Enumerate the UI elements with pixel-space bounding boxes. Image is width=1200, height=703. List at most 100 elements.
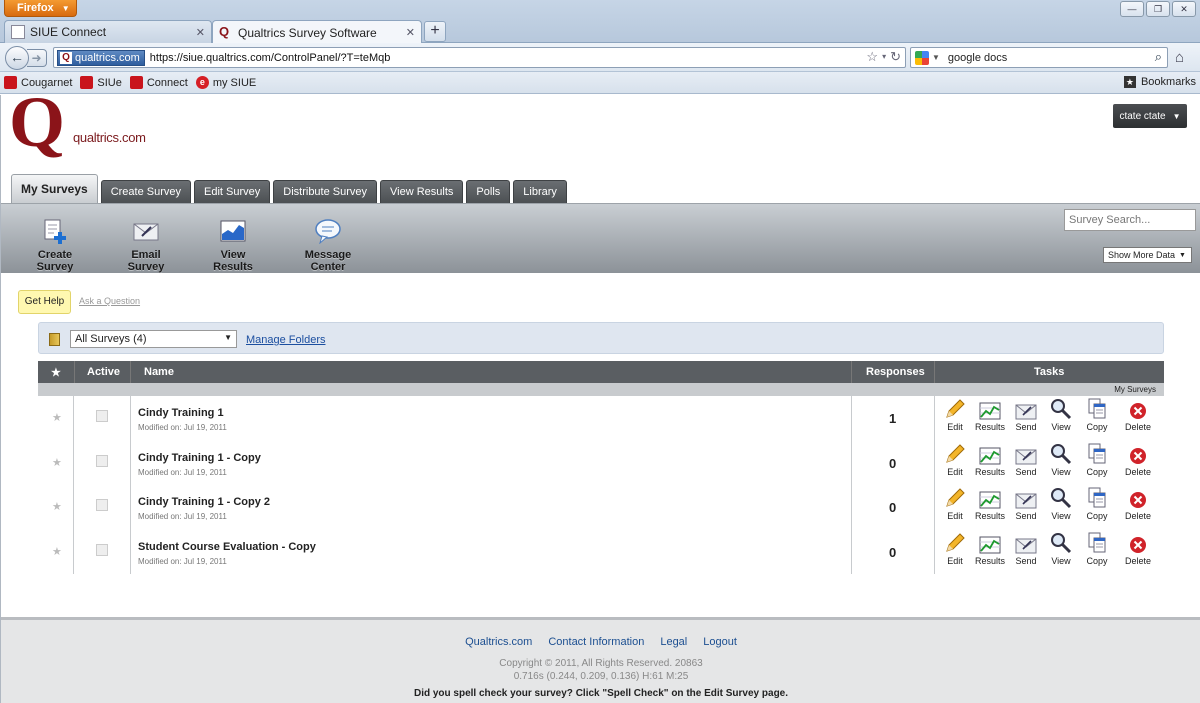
column-header-active[interactable]: Active <box>87 366 120 378</box>
tab-my-surveys[interactable]: My Surveys <box>11 174 98 203</box>
view-task-button[interactable]: View <box>1041 443 1081 477</box>
active-checkbox[interactable] <box>96 543 108 556</box>
column-header-star[interactable]: ★ <box>51 366 61 379</box>
delete-task-button[interactable]: Delete <box>1118 398 1158 432</box>
tab-distribute-survey[interactable]: Distribute Survey <box>273 180 378 203</box>
results-task-button[interactable]: Results <box>970 398 1010 432</box>
edit-task-button[interactable]: Edit <box>935 443 975 477</box>
tab-title: SIUE Connect <box>30 25 107 39</box>
favorite-star-icon[interactable]: ★ <box>52 545 62 558</box>
close-tab-icon[interactable]: ✕ <box>196 26 205 39</box>
tab-library[interactable]: Library <box>513 180 567 203</box>
get-help-button[interactable]: Get Help <box>18 290 71 314</box>
new-tab-button[interactable]: + <box>424 21 446 42</box>
close-tab-icon[interactable]: ✕ <box>406 26 415 39</box>
footer-link-contact[interactable]: Contact Information <box>548 636 644 648</box>
view-icon <box>1041 398 1081 420</box>
search-icon[interactable]: ⌕ <box>1155 49 1162 65</box>
bookmark-connect[interactable]: Connect <box>129 76 188 89</box>
copy-task-button[interactable]: Copy <box>1077 487 1117 521</box>
send-task-button[interactable]: Send <box>1006 532 1046 566</box>
active-checkbox[interactable] <box>96 410 108 422</box>
user-menu-button[interactable]: ctate ctate ▼ <box>1113 104 1187 128</box>
send-task-button[interactable]: Send <box>1006 487 1046 521</box>
column-header-responses[interactable]: Responses <box>866 366 925 378</box>
task-label: Edit <box>947 422 963 432</box>
copy-icon <box>1077 443 1117 465</box>
results-task-button[interactable]: Results <box>970 487 1010 521</box>
survey-name[interactable]: Cindy Training 1 <box>138 407 224 419</box>
results-task-button[interactable]: Results <box>970 443 1010 477</box>
qualtrics-logo[interactable]: Q qualtrics.com <box>9 82 149 165</box>
site-identity-badge[interactable]: Q qualtrics.com <box>57 49 145 66</box>
logo-wordmark: qualtrics.com <box>73 130 146 145</box>
footer-link-qualtrics[interactable]: Qualtrics.com <box>465 636 532 648</box>
send-task-button[interactable]: Send <box>1006 398 1046 432</box>
tab-polls[interactable]: Polls <box>466 180 511 203</box>
ask-question-link[interactable]: Ask a Question <box>79 296 140 306</box>
bookmark-siue[interactable]: SIUe <box>80 76 122 89</box>
restore-icon[interactable]: ❐ <box>1146 1 1170 17</box>
active-checkbox[interactable] <box>96 454 108 467</box>
bookmarks-menu-button[interactable]: ★ Bookmarks <box>1123 76 1196 88</box>
survey-name[interactable]: Cindy Training 1 - Copy 2 <box>138 496 270 508</box>
copy-task-button[interactable]: Copy <box>1077 398 1117 432</box>
view-task-button[interactable]: View <box>1041 398 1081 432</box>
active-checkbox[interactable] <box>96 499 108 511</box>
favorite-star-icon[interactable]: ★ <box>52 500 62 513</box>
delete-task-button[interactable]: Delete <box>1118 443 1158 477</box>
forward-button[interactable]: ➜ <box>27 49 47 67</box>
search-input[interactable]: google docs <box>948 52 1007 64</box>
manage-folders-link[interactable]: Manage Folders <box>246 334 326 346</box>
web-search-bar[interactable]: ▼ google docs ⌕ <box>910 47 1168 68</box>
edit-task-button[interactable]: Edit <box>935 487 975 521</box>
tab-view-results[interactable]: View Results <box>380 180 464 203</box>
footer-link-logout[interactable]: Logout <box>703 636 737 648</box>
reload-icon[interactable]: ↻ <box>890 49 901 65</box>
bookmark-my-siue[interactable]: e my SIUE <box>195 76 256 89</box>
favorite-star-icon[interactable]: ★ <box>52 456 62 469</box>
google-icon[interactable] <box>915 50 929 65</box>
task-label: Copy <box>1086 466 1108 477</box>
home-icon[interactable]: ⌂ <box>1175 49 1184 66</box>
browser-tab-siue-connect[interactable]: SIUE Connect ✕ <box>4 20 212 43</box>
survey-response-count: 0 <box>889 544 897 560</box>
logo-q-mark: Q <box>9 82 66 162</box>
footer-link-legal[interactable]: Legal <box>660 636 687 648</box>
bookmark-star-icon[interactable]: ☆ <box>866 49 878 65</box>
survey-name[interactable]: Student Course Evaluation - Copy <box>138 541 316 553</box>
show-more-data-dropdown[interactable]: Show More Data ▼ <box>1103 247 1192 263</box>
history-dropdown-icon[interactable]: ▾ <box>882 49 886 65</box>
survey-name[interactable]: Cindy Training 1 - Copy <box>138 452 261 464</box>
delete-task-button[interactable]: Delete <box>1118 532 1158 566</box>
tab-edit-survey[interactable]: Edit Survey <box>194 180 271 203</box>
view-results-button[interactable]: View Results <box>200 218 266 273</box>
close-window-icon[interactable]: ✕ <box>1172 1 1196 17</box>
survey-search-input[interactable]: Survey Search... <box>1064 209 1196 231</box>
search-engine-dropdown-icon[interactable]: ▼ <box>932 53 940 62</box>
main-tabs: My Surveys Create Survey Edit Survey Dis… <box>11 174 567 203</box>
column-header-name[interactable]: Name <box>144 366 174 378</box>
email-survey-button[interactable]: Email Survey <box>113 218 179 273</box>
url-text[interactable]: https://siue.qualtrics.com/ControlPanel/… <box>150 52 391 64</box>
task-label: Send <box>1015 466 1037 477</box>
send-task-button[interactable]: Send <box>1006 443 1046 477</box>
view-task-button[interactable]: View <box>1041 532 1081 566</box>
edit-task-button[interactable]: Edit <box>935 532 975 566</box>
firefox-menu-button[interactable]: Firefox ▼ <box>4 0 77 17</box>
edit-task-button[interactable]: Edit <box>935 398 975 432</box>
results-task-button[interactable]: Results <box>970 532 1010 566</box>
delete-task-button[interactable]: Delete <box>1118 487 1158 521</box>
copy-task-button[interactable]: Copy <box>1077 532 1117 566</box>
copy-task-button[interactable]: Copy <box>1077 443 1117 477</box>
folder-select[interactable]: All Surveys (4) ▼ <box>70 330 237 348</box>
favorite-star-icon[interactable]: ★ <box>52 411 62 424</box>
message-center-button[interactable]: Message Center <box>288 218 368 273</box>
minimize-icon[interactable]: — <box>1120 1 1144 17</box>
back-button[interactable]: ← <box>5 46 29 70</box>
view-task-button[interactable]: View <box>1041 487 1081 521</box>
tab-create-survey[interactable]: Create Survey <box>100 180 192 203</box>
browser-tab-qualtrics[interactable]: Q Qualtrics Survey Software ✕ <box>212 20 422 44</box>
create-survey-button[interactable]: Create Survey <box>21 218 89 273</box>
url-bar[interactable]: Q qualtrics.com https://siue.qualtrics.c… <box>53 47 906 68</box>
